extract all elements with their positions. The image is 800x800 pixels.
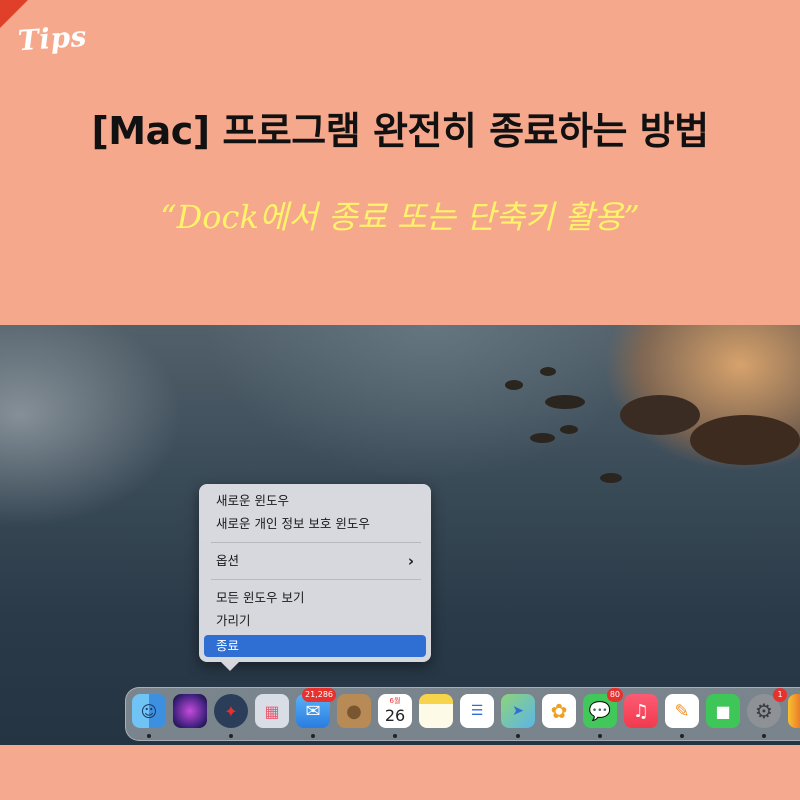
calendar-day: 26 [384,706,406,725]
envelope-icon: ✉ [305,700,321,722]
menu-item-quit[interactable]: 종료 [204,635,426,657]
wallpaper-rock [620,395,700,435]
running-indicator [680,734,684,738]
dock-context-menu: 새로운 윈도우 새로운 개인 정보 보호 윈도우 옵션 › 모든 윈도우 보기 … [199,484,431,671]
contacts-icon[interactable]: ● [337,694,371,728]
running-indicator [393,734,397,738]
siri-icon[interactable] [173,694,207,728]
person-icon: ● [346,700,362,722]
bottom-band [0,745,800,800]
tips-badge: Tips [16,19,88,58]
compass-icon: ✦ [224,701,238,721]
flower-icon: ✿ [550,699,568,723]
calendar-month: 6월 [389,697,401,705]
safari-icon[interactable]: ✦ [214,694,248,738]
facetime-icon[interactable]: ■ [706,694,740,728]
wallpaper-rock [560,425,578,434]
running-indicator [762,734,766,738]
wallpaper-rock [530,433,555,443]
menu-item-new-window[interactable]: 새로운 윈도우 [204,490,426,512]
menu-divider [211,579,421,580]
dock: ☺ ✦ ▦ ✉ 21,286 ● 6월 26 ☰ ➤ ✿ 💬 80 ♫ ✎ ■ … [125,687,800,741]
map-pin-icon: ➤ [512,703,524,719]
gear-icon: ⚙ [755,699,773,723]
note-icon: ♫ [632,700,650,722]
finder-face-icon: ☺ [140,701,158,721]
list-icon: ☰ [470,703,484,719]
pen-icon: ✎ [674,700,690,722]
menu-item-options[interactable]: 옵션 › [204,550,426,572]
calendar-icon[interactable]: 6월 26 [378,694,412,738]
photos-icon[interactable]: ✿ [542,694,576,728]
video-camera-icon: ■ [715,701,731,721]
reminders-icon[interactable]: ☰ [460,694,494,728]
menu-item-show-all-windows[interactable]: 모든 윈도우 보기 [204,587,426,609]
speech-bubble-icon: 💬 [588,700,612,722]
menu-divider [211,542,421,543]
page-title: [Mac] 프로그램 완전히 종료하는 방법 [91,109,709,153]
running-indicator [147,734,151,738]
running-indicator [516,734,520,738]
notes-icon[interactable] [419,694,453,728]
messages-unread-badge: 80 [606,688,623,702]
chevron-right-icon: › [407,552,414,570]
music-icon[interactable]: ♫ [624,694,658,728]
header-banner: Tips [Mac] 프로그램 완전히 종료하는 방법 “Dock에서 종료 또… [0,0,800,325]
page-subtitle: “Dock에서 종료 또는 단축키 활용” [160,198,640,236]
maps-icon[interactable]: ➤ [501,694,535,738]
mail-icon[interactable]: ✉ 21,286 [296,688,336,738]
pages-icon[interactable]: ✎ [665,694,699,738]
wallpaper-rock [505,380,523,390]
mail-unread-badge: 21,286 [302,688,336,702]
settings-update-badge: 1 [773,688,787,702]
launchpad-icon[interactable]: ▦ [255,694,289,728]
menu-item-hide[interactable]: 가리기 [204,610,426,632]
finder-icon[interactable]: ☺ [132,694,166,738]
wallpaper-rock [690,415,800,465]
menu-item-options-label: 옵션 [216,553,240,568]
numbers-icon[interactable] [788,694,800,728]
running-indicator [229,734,233,738]
grid-icon: ▦ [264,701,280,721]
wallpaper-rock [600,473,622,483]
running-indicator [598,734,602,738]
wallpaper-rock [540,367,556,376]
menu-item-new-private-window[interactable]: 새로운 개인 정보 보호 윈도우 [204,513,426,535]
running-indicator [311,734,315,738]
wallpaper-rock [545,395,585,409]
system-settings-icon[interactable]: ⚙ 1 [747,688,787,738]
messages-icon[interactable]: 💬 80 [583,688,623,738]
